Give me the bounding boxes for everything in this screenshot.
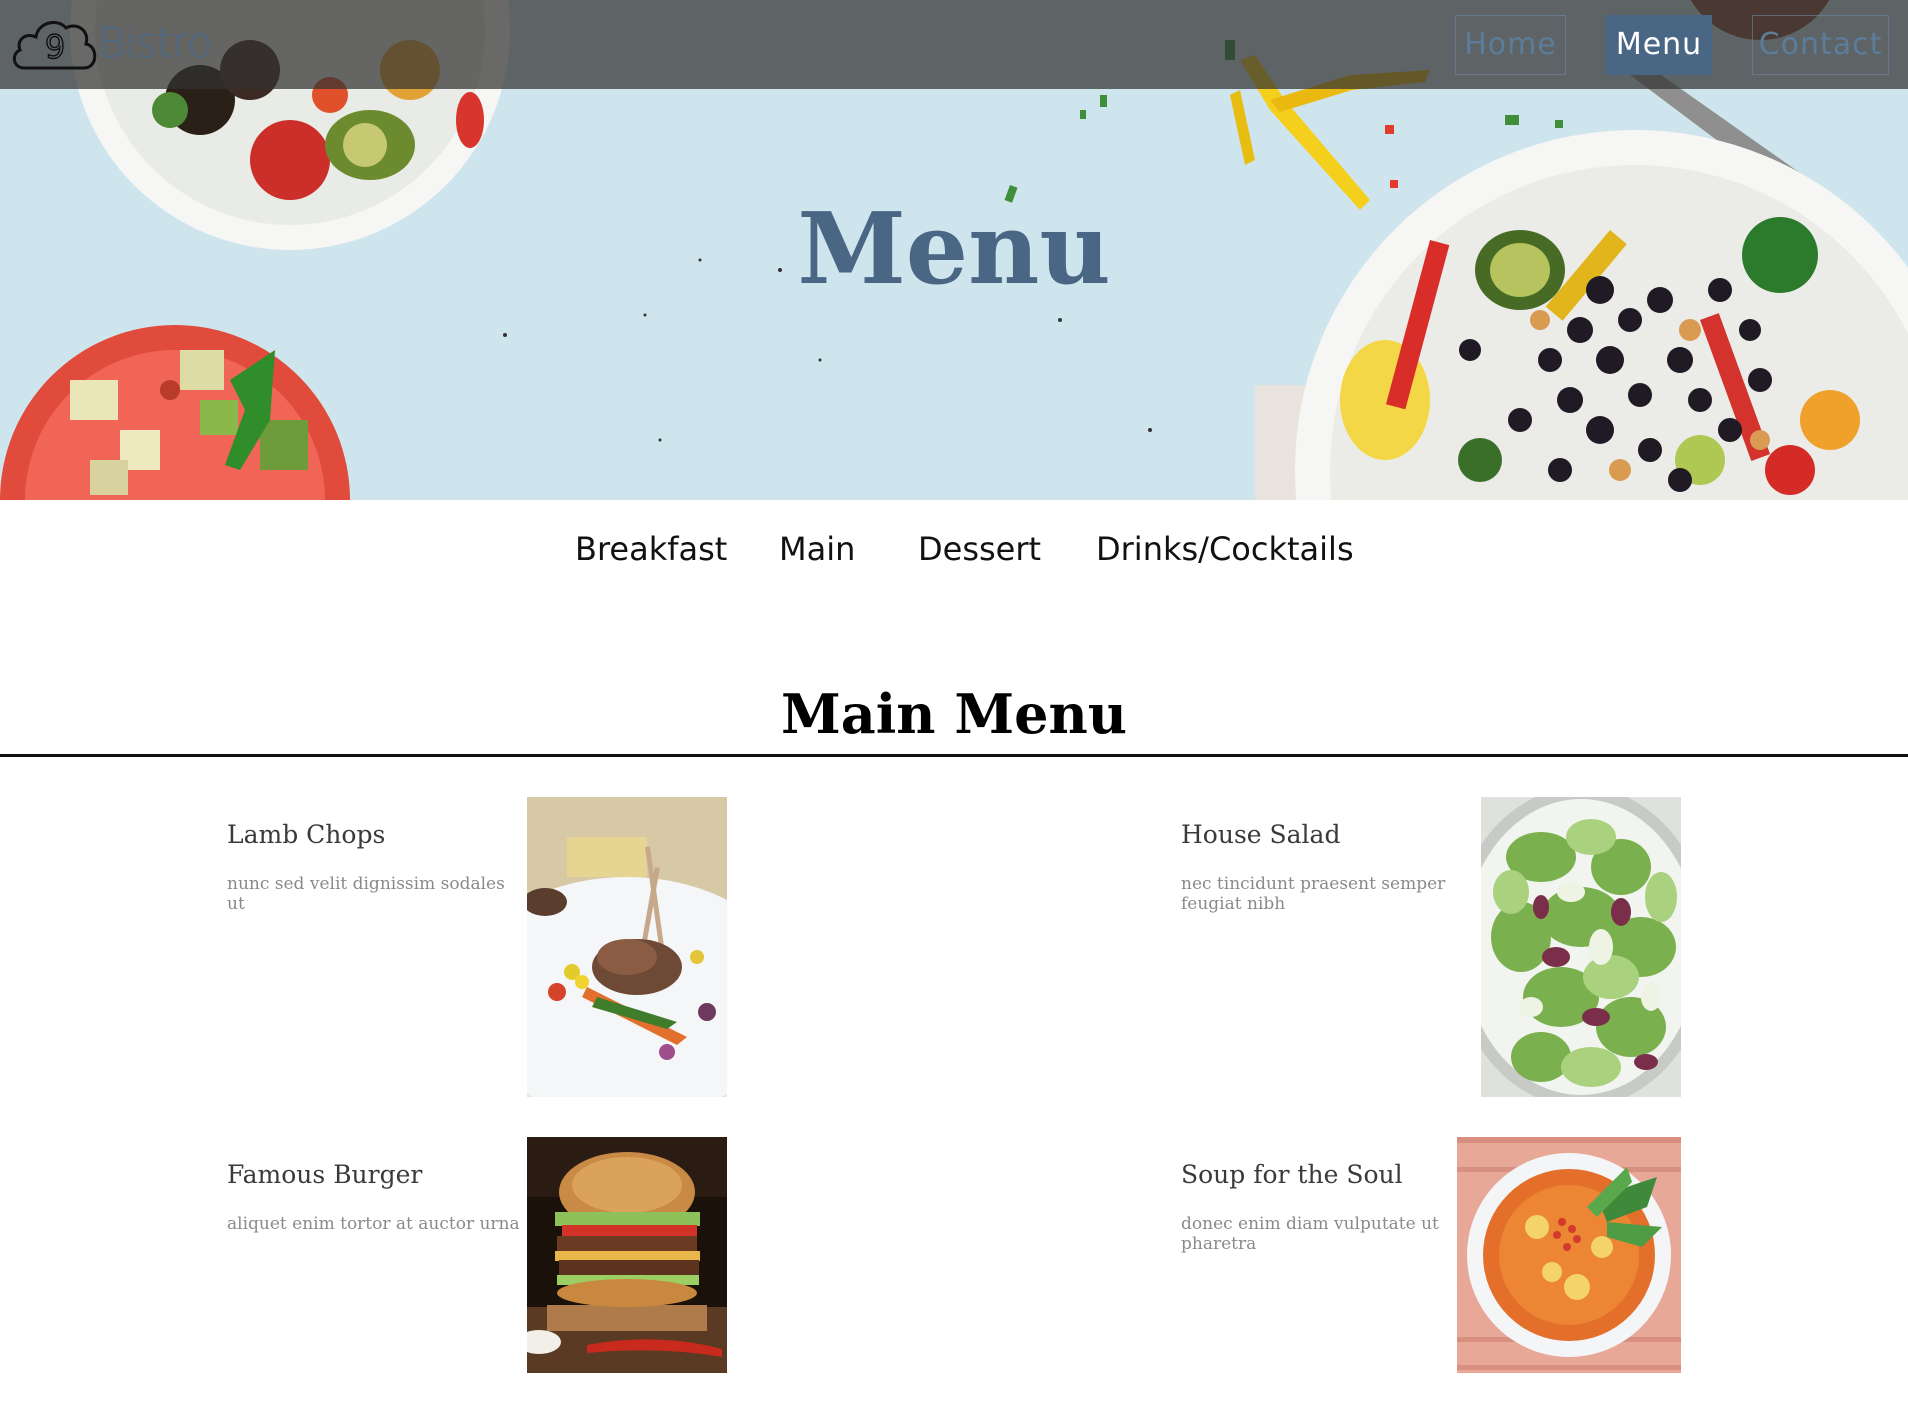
menu-item-description: nec tincidunt praesent semper feugiat ni… — [1181, 874, 1446, 914]
tab-drinks-cocktails[interactable]: Drinks/Cocktails — [1096, 526, 1354, 572]
menu-item-name: Lamb Chops — [227, 820, 386, 849]
menu-item-description: aliquet enim tortor at auctor urna — [227, 1214, 520, 1234]
burger-photo — [527, 1137, 727, 1373]
section-title: Main Menu — [781, 682, 1127, 746]
soup-photo — [1457, 1137, 1681, 1373]
menu-category-tabs: Breakfast Main Dessert Drinks/Cocktails — [0, 500, 1908, 600]
tab-main[interactable]: Main — [779, 526, 855, 572]
menu-item-description: nunc sed velit dignissim sodales ut — [227, 874, 505, 914]
house-salad-photo — [1481, 797, 1681, 1097]
top-navbar: 9 Bistro Home Menu Contact — [0, 0, 1908, 89]
menu-item-name: Soup for the Soul — [1181, 1160, 1403, 1189]
nav-menu-link[interactable]: Menu — [1606, 15, 1712, 75]
brand-name[interactable]: Bistro — [98, 18, 213, 68]
tab-dessert[interactable]: Dessert — [918, 526, 1041, 572]
menu-item-description: donec enim diam vulputate ut pharetra — [1181, 1214, 1439, 1254]
nav-home-link[interactable]: Home — [1455, 15, 1566, 75]
menu-item-name: House Salad — [1181, 820, 1341, 849]
logo-cloud-icon[interactable]: 9 — [10, 12, 100, 74]
hero-title: Menu — [797, 192, 1111, 307]
menu-item-name: Famous Burger — [227, 1160, 423, 1189]
logo-glyph: 9 — [45, 28, 65, 66]
section-divider — [0, 754, 1908, 757]
lamb-chops-photo — [527, 797, 727, 1097]
tab-breakfast[interactable]: Breakfast — [575, 526, 727, 572]
nav-contact-link[interactable]: Contact — [1752, 15, 1889, 75]
